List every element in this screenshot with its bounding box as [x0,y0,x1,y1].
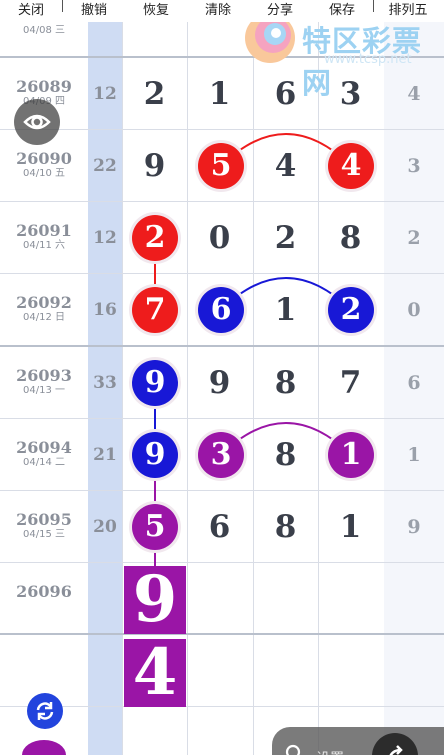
issue-cell: 26095 04/15 三 [0,491,88,562]
issue-date: 04/14 二 [23,457,65,468]
digit-cell[interactable]: 1 [253,274,318,345]
sum-cell [88,707,122,755]
close-button[interactable]: 关闭 [0,0,62,22]
last-cell: 1 [384,419,444,490]
purple-ball[interactable]: 1 [328,432,374,478]
last-cell: 2 [384,202,444,273]
redo-button[interactable]: 恢复 [125,0,187,22]
issue-cell: 26096 [0,563,88,633]
digit-cell[interactable]: 6 [187,491,252,562]
digit-cell[interactable]: 1 [318,491,383,562]
purple-ball[interactable]: 3 [198,432,244,478]
issue-number: 26091 [16,221,72,240]
clear-button[interactable]: 清除 [187,0,249,22]
last-cell [384,635,444,706]
refresh-button[interactable] [27,693,63,729]
last-cell: 9 [384,491,444,562]
red-ball[interactable]: 2 [132,215,178,261]
sum-cell: 12 [88,58,122,129]
blue-ball[interactable]: 9 [132,432,178,478]
table-row: 26091 04/11 六 12 0 2 8 2 [0,202,444,274]
issue-number: 26093 [16,366,72,385]
settings-label[interactable]: 设置 [316,748,344,755]
digit-cell[interactable]: 8 [253,419,318,490]
digit-cell[interactable]: 1 [187,58,252,129]
digit-cell[interactable]: 9 [187,347,252,418]
blue-ball[interactable]: 6 [198,287,244,333]
issue-date: 04/10 五 [23,168,65,179]
prediction-block[interactable]: 9 [124,566,186,634]
red-ball[interactable]: 7 [132,287,178,333]
issue-cell: 26092 04/12 日 [0,274,88,345]
last-cell [384,563,444,633]
digit-cell[interactable]: 7 [318,347,383,418]
sum-cell: 22 [88,130,122,201]
refresh-icon [36,702,54,720]
sum-cell: 20 [88,491,122,562]
toggle-visibility-button[interactable] [14,99,60,145]
sum-cell: 12 [88,202,122,273]
last-cell: 3 [384,130,444,201]
issue-date: 04/13 一 [23,385,65,396]
top-toolbar: 关闭 撤销 恢复 清除 分享 保存 排列五 [0,0,444,22]
issue-number: 26089 [16,77,72,96]
digit-cell[interactable]: 8 [318,202,383,273]
digit-cell[interactable]: 2 [253,202,318,273]
issue-date: 04/08 三 [23,25,65,36]
table-row [0,635,444,707]
sum-cell: 16 [88,274,122,345]
issue-number: 26094 [16,438,72,457]
last-cell: 6 [384,347,444,418]
purple-ball[interactable]: 5 [132,504,178,550]
lottery-type-button[interactable]: 排列五 [374,0,442,22]
digit-cell[interactable]: 2 [122,58,187,129]
digit-cell[interactable]: 0 [187,202,252,273]
sum-cell: 33 [88,347,122,418]
red-ball[interactable]: 5 [198,143,244,189]
settings-panel[interactable] [272,727,444,755]
last-cell: 0 [384,274,444,345]
undo-button[interactable]: 撤销 [63,0,125,22]
table-row: 26095 04/15 三 20 6 8 1 9 [0,491,444,563]
eye-icon [23,114,51,130]
prediction-block[interactable]: 4 [124,639,186,707]
digit-cell[interactable]: 8 [253,491,318,562]
issue-date: 04/15 三 [23,529,65,540]
issue-date: 04/11 六 [23,240,65,251]
blue-ball[interactable]: 2 [328,287,374,333]
issue-date: 04/12 日 [23,312,65,323]
digit-cell[interactable]: 8 [253,347,318,418]
sum-cell [88,563,122,633]
share-icon [389,745,403,755]
logo-url: www.tcsp.net [324,52,412,67]
table-row: 26096 [0,563,444,635]
issue-number: 26095 [16,510,72,529]
issue-cell: 26091 04/11 六 [0,202,88,273]
issue-number: 26090 [16,149,72,168]
search-icon [285,744,301,755]
issue-cell: 26094 04/14 二 [0,419,88,490]
issue-number: 26096 [16,582,72,601]
number-grid: 04/08 三 20 4 7 26089 04/09 四 12 2 1 6 3 … [0,0,444,755]
blue-ball[interactable]: 9 [132,360,178,406]
digit-cell[interactable]: 9 [122,130,187,201]
share-button[interactable]: 分享 [249,0,311,22]
digit-cell[interactable]: 4 [253,130,318,201]
issue-cell: 26093 04/13 一 [0,347,88,418]
red-ball[interactable]: 4 [328,143,374,189]
share-circle-button[interactable] [372,733,418,755]
sum-cell [88,635,122,706]
table-row: 26093 04/13 一 33 9 8 7 6 [0,347,444,419]
sum-cell: 21 [88,419,122,490]
issue-number: 26092 [16,293,72,312]
save-button[interactable]: 保存 [311,0,373,22]
